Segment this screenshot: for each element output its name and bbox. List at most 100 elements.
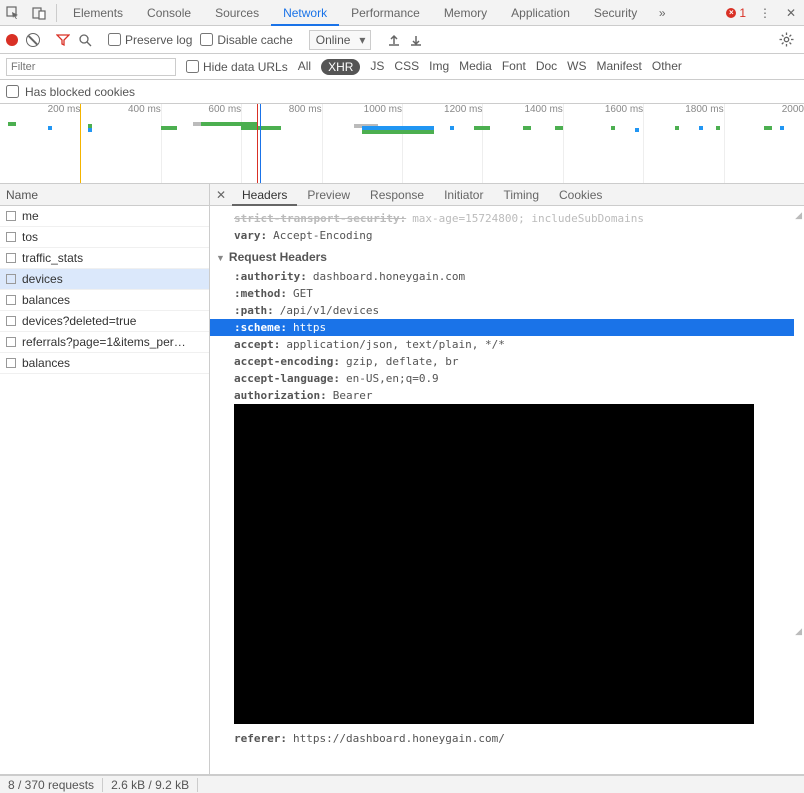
header-key: accept-language:	[234, 372, 340, 385]
timeline-bar	[88, 128, 92, 132]
preserve-log-checkbox[interactable]: Preserve log	[108, 33, 192, 47]
header-row[interactable]: authorization:Bearer	[210, 387, 794, 404]
detail-tab-initiator[interactable]: Initiator	[434, 184, 493, 206]
clear-button[interactable]	[26, 33, 40, 47]
header-value: Bearer	[333, 389, 373, 402]
request-name: me	[22, 209, 39, 223]
disable-cache-checkbox[interactable]: Disable cache	[200, 33, 292, 47]
timeline-tick: 1000 ms	[364, 104, 402, 115]
request-row[interactable]: balances	[0, 290, 209, 311]
close-details-icon[interactable]: ✕	[210, 188, 232, 202]
request-row[interactable]: tos	[0, 227, 209, 248]
header-key: accept:	[234, 338, 280, 351]
request-headers-section[interactable]: Request Headers	[210, 244, 794, 268]
filter-input[interactable]	[6, 58, 176, 76]
close-icon[interactable]: ✕	[778, 0, 804, 26]
header-value: gzip, deflate, br	[346, 355, 459, 368]
filter-type-font[interactable]: Font	[502, 59, 526, 75]
filter-type-media[interactable]: Media	[459, 59, 492, 75]
timeline-tick: 1600 ms	[605, 104, 643, 115]
upload-icon[interactable]	[387, 33, 401, 47]
header-row[interactable]: accept:application/json, text/plain, */*	[210, 336, 794, 353]
hide-data-urls-checkbox[interactable]: Hide data URLs	[186, 60, 288, 74]
timeline-bar	[716, 126, 720, 130]
timeline-tick: 200 ms	[48, 104, 81, 115]
detail-tab-cookies[interactable]: Cookies	[549, 184, 612, 206]
file-icon	[6, 337, 16, 347]
tab-network[interactable]: Network	[271, 0, 339, 26]
request-row[interactable]: me	[0, 206, 209, 227]
request-row[interactable]: devices?deleted=true	[0, 311, 209, 332]
header-key: :method:	[234, 287, 287, 300]
filter-type-xhr[interactable]: XHR	[321, 59, 360, 75]
kebab-menu-icon[interactable]: ⋮	[752, 0, 778, 26]
timeline-bar	[48, 126, 52, 130]
header-row[interactable]: :method:GET	[210, 285, 794, 302]
file-icon	[6, 316, 16, 326]
tab-security[interactable]: Security	[582, 0, 649, 26]
blocked-cookies-label: Has blocked cookies	[25, 85, 135, 99]
request-name: tos	[22, 230, 38, 244]
request-row[interactable]: devices	[0, 269, 209, 290]
detail-tab-timing[interactable]: Timing	[493, 184, 549, 206]
download-icon[interactable]	[409, 33, 423, 47]
filter-icon[interactable]	[56, 33, 70, 47]
detail-tab-preview[interactable]: Preview	[297, 184, 360, 206]
filter-type-ws[interactable]: WS	[567, 59, 586, 75]
filter-type-doc[interactable]: Doc	[536, 59, 557, 75]
detail-tab-headers[interactable]: Headers	[232, 184, 297, 206]
header-row[interactable]: accept-encoding: gzip, deflate, br	[210, 353, 794, 370]
header-value: https	[293, 321, 326, 334]
tab-console[interactable]: Console	[135, 0, 203, 26]
tab-application[interactable]: Application	[499, 0, 582, 26]
search-icon[interactable]	[78, 33, 92, 47]
filter-type-manifest[interactable]: Manifest	[597, 59, 642, 75]
name-column-header[interactable]: Name	[0, 184, 209, 206]
timeline-bar	[675, 126, 679, 130]
headers-panel: strict-transport-security: max-age=15724…	[210, 206, 804, 774]
timeline-marker	[80, 104, 81, 183]
network-timeline[interactable]: 200 ms400 ms600 ms800 ms1000 ms1200 ms14…	[0, 104, 804, 184]
tab-elements[interactable]: Elements	[61, 0, 135, 26]
error-badge[interactable]: × 1	[720, 6, 752, 20]
timeline-bar	[555, 126, 563, 130]
timeline-bar	[611, 126, 615, 130]
timeline-bar	[780, 126, 784, 130]
throttle-select[interactable]: Online	[309, 30, 372, 50]
request-row[interactable]: traffic_stats	[0, 248, 209, 269]
device-toolbar-icon[interactable]	[26, 0, 52, 26]
filter-type-js[interactable]: JS	[370, 59, 384, 75]
header-row[interactable]: :authority:dashboard.honeygain.com	[210, 268, 794, 285]
request-row[interactable]: balances	[0, 353, 209, 374]
header-row[interactable]: :scheme:https	[210, 319, 794, 336]
tab-sources[interactable]: Sources	[203, 0, 271, 26]
request-row[interactable]: referrals?page=1&items_per…	[0, 332, 209, 353]
filter-type-css[interactable]: CSS	[394, 59, 419, 75]
timeline-tick: 1200 ms	[444, 104, 482, 115]
detail-tab-response[interactable]: Response	[360, 184, 434, 206]
tab-performance[interactable]: Performance	[339, 0, 432, 26]
timeline-bar	[241, 126, 281, 130]
filter-type-other[interactable]: Other	[652, 59, 682, 75]
resize-handle-icon[interactable]: ◢	[795, 626, 802, 637]
header-row[interactable]: :path:/api/v1/devices	[210, 302, 794, 319]
header-key: accept-encoding:	[234, 355, 340, 368]
more-tabs-icon[interactable]: »	[649, 0, 675, 26]
header-row: strict-transport-security: max-age=15724…	[210, 210, 794, 227]
settings-icon[interactable]	[775, 32, 798, 47]
timeline-bar	[474, 126, 490, 130]
resize-handle-icon[interactable]: ◢	[795, 210, 802, 221]
header-value: /api/v1/devices	[280, 304, 379, 317]
filter-type-img[interactable]: Img	[429, 59, 449, 75]
timeline-bar	[161, 126, 177, 130]
inspect-element-icon[interactable]	[0, 0, 26, 26]
header-row[interactable]: accept-language:en-US,en;q=0.9	[210, 370, 794, 387]
filter-type-all[interactable]: All	[298, 59, 311, 75]
blocked-cookies-checkbox[interactable]	[6, 85, 19, 98]
request-name: traffic_stats	[22, 251, 83, 265]
tab-memory[interactable]: Memory	[432, 0, 499, 26]
timeline-tick: 800 ms	[289, 104, 322, 115]
record-button[interactable]	[6, 34, 18, 46]
request-name: devices?deleted=true	[22, 314, 136, 328]
timeline-tick: 1400 ms	[524, 104, 562, 115]
